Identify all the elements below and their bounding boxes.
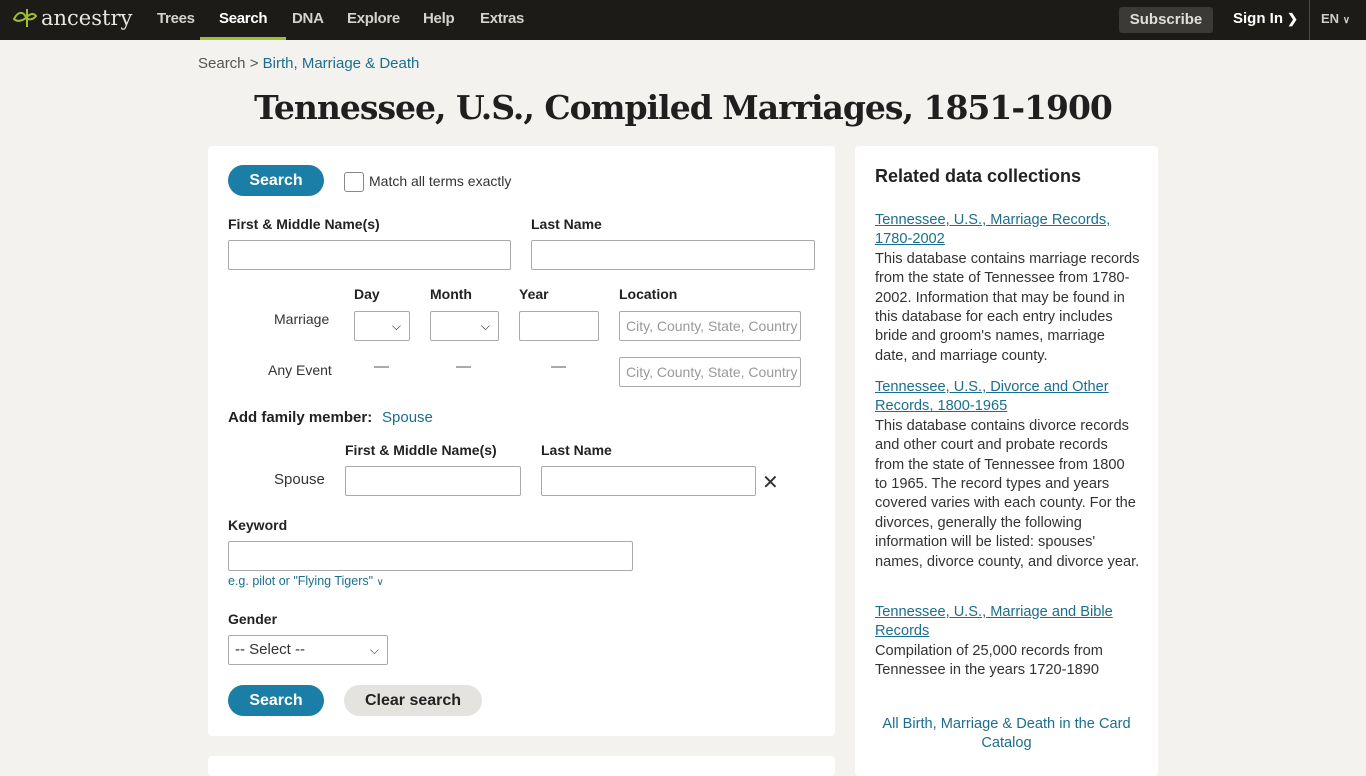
chevron-down-icon: ⌵	[391, 319, 401, 333]
leaf-icon	[12, 9, 38, 27]
spouse-last-label: Last Name	[541, 442, 612, 458]
last-name-label: Last Name	[531, 216, 602, 232]
chevron-down-icon: ⌵	[369, 643, 379, 657]
lower-card	[208, 756, 835, 776]
search-button-top[interactable]: Search	[228, 165, 324, 196]
card-catalog-link[interactable]: All Birth, Marriage & Death in the Card …	[875, 715, 1138, 754]
month-label: Month	[430, 286, 472, 302]
marriage-day-select[interactable]: ⌵	[354, 311, 410, 341]
related-desc: This database contains marriage records …	[875, 250, 1140, 364]
spouse-label: Spouse	[274, 471, 325, 488]
add-spouse-link[interactable]: Spouse	[382, 409, 433, 426]
nav-trees[interactable]: Trees	[157, 0, 195, 40]
any-event-month-dash: —	[456, 358, 471, 375]
marriage-label: Marriage	[274, 311, 330, 327]
related-item: Tennessee, U.S., Divorce and Other Recor…	[875, 378, 1140, 572]
match-exact-label: Match all terms exactly	[369, 173, 512, 189]
related-link[interactable]: Tennessee, U.S., Marriage Records, 1780-…	[875, 212, 1110, 247]
related-desc: This database contains divorce records a…	[875, 417, 1140, 570]
keyword-input[interactable]	[228, 541, 633, 571]
related-item: Tennessee, U.S., Marriage Records, 1780-…	[875, 211, 1140, 366]
language-selector[interactable]: EN ∨	[1321, 0, 1350, 40]
last-name-input[interactable]	[531, 240, 815, 270]
search-button-bottom[interactable]: Search	[228, 685, 324, 716]
any-event-label: Any Event	[268, 362, 332, 378]
sign-in-button[interactable]: Sign In ❯	[1233, 0, 1298, 38]
nav-help[interactable]: Help	[423, 0, 455, 40]
related-desc: Compilation of 25,000 records from Tenne…	[875, 642, 1103, 679]
keyword-hint: e.g. pilot or "Flying Tigers"	[228, 574, 374, 588]
first-name-label: First & Middle Name(s)	[228, 216, 380, 232]
chevron-down-icon: ∨	[376, 577, 384, 588]
gender-value: -- Select --	[235, 641, 306, 658]
chevron-down-icon: ⌵	[480, 319, 490, 333]
logo-text: ancestry	[41, 6, 133, 30]
any-event-day-dash: —	[374, 358, 389, 375]
keyword-hint-link[interactable]: e.g. pilot or "Flying Tigers" ∨	[228, 574, 384, 588]
day-label: Day	[354, 286, 380, 302]
spouse-first-input[interactable]	[345, 466, 521, 496]
nav-dna[interactable]: DNA	[292, 0, 324, 40]
related-link[interactable]: Tennessee, U.S., Marriage and Bible Reco…	[875, 604, 1113, 639]
ancestry-logo[interactable]: ancestry	[12, 6, 132, 30]
nav-explore[interactable]: Explore	[347, 0, 400, 40]
year-label: Year	[519, 286, 549, 302]
marriage-month-select[interactable]: ⌵	[430, 311, 499, 341]
marriage-location-input[interactable]: City, County, State, Country	[619, 311, 801, 341]
page-title: Tennessee, U.S., Compiled Marriages, 185…	[254, 88, 1113, 127]
add-family-label: Add family member:	[228, 409, 373, 426]
related-title: Related data collections	[875, 166, 1082, 186]
breadcrumb-current[interactable]: Birth, Marriage & Death	[263, 55, 420, 72]
nav-divider	[1309, 0, 1310, 40]
chevron-right-icon: ❯	[1287, 11, 1299, 26]
any-event-location-input[interactable]: City, County, State, Country	[619, 357, 801, 387]
breadcrumb-sep: >	[249, 55, 259, 72]
gender-select[interactable]: -- Select -- ⌵	[228, 635, 388, 665]
location-label: Location	[619, 286, 678, 302]
gender-label: Gender	[228, 611, 278, 627]
related-link[interactable]: Tennessee, U.S., Divorce and Other Recor…	[875, 379, 1109, 414]
clear-search-button[interactable]: Clear search	[344, 685, 482, 716]
spouse-last-input[interactable]	[541, 466, 756, 496]
subscribe-button[interactable]: Subscribe	[1119, 7, 1213, 33]
first-name-input[interactable]	[228, 240, 511, 270]
top-nav: ancestry Trees Search DNA Explore Help E…	[0, 0, 1366, 40]
match-exact-checkbox[interactable]	[344, 172, 364, 192]
breadcrumb: Search > Birth, Marriage & Death	[198, 55, 419, 72]
keyword-label: Keyword	[228, 517, 288, 533]
any-event-year-dash: —	[551, 358, 566, 375]
breadcrumb-root[interactable]: Search	[198, 55, 246, 72]
chevron-down-icon: ∨	[1342, 15, 1351, 26]
nav-extras[interactable]: Extras	[480, 0, 524, 40]
nav-search[interactable]: Search	[200, 0, 287, 40]
marriage-year-input[interactable]	[519, 311, 599, 341]
close-icon[interactable]: ✕	[762, 470, 779, 495]
language-label: EN	[1321, 11, 1340, 26]
spouse-first-label: First & Middle Name(s)	[345, 442, 497, 458]
sign-in-label: Sign In	[1233, 10, 1283, 27]
related-item: Tennessee, U.S., Marriage and Bible Reco…	[875, 603, 1140, 681]
